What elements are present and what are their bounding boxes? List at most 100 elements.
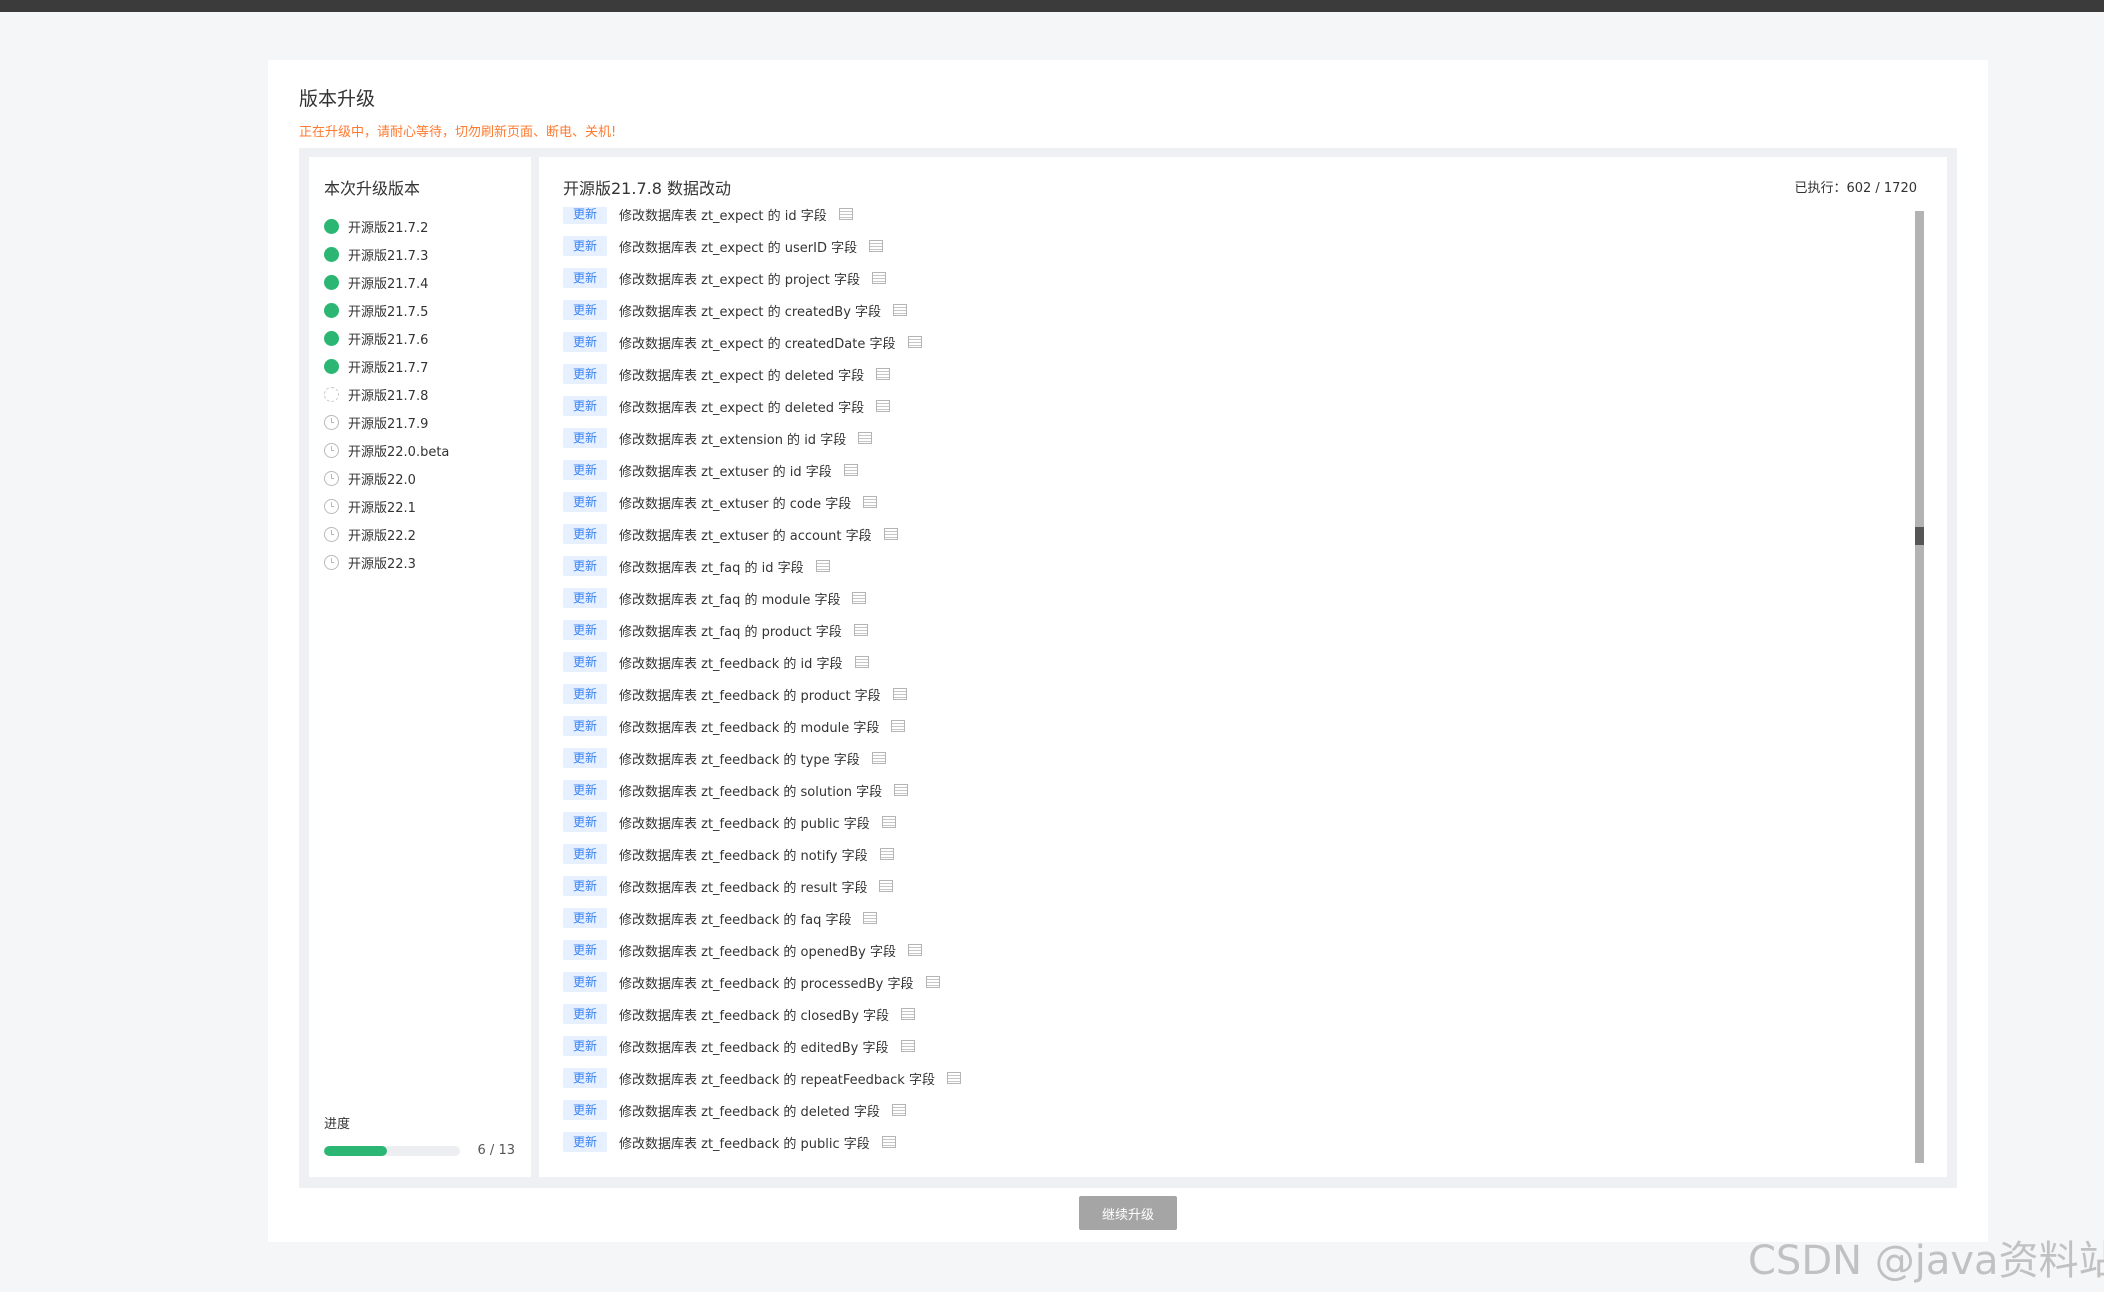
log-row: 更新 修改数据库表 zt_extuser 的 id 字段 [563, 454, 961, 486]
document-icon[interactable] [876, 368, 891, 380]
document-icon[interactable] [858, 432, 873, 444]
log-row-text: 修改数据库表 zt_feedback 的 public 字段 [619, 816, 870, 832]
version-item: 开源版22.2 [324, 520, 449, 548]
log-row-text: 修改数据库表 zt_feedback 的 type 字段 [619, 752, 860, 768]
document-icon[interactable] [879, 848, 894, 860]
document-icon[interactable] [892, 688, 907, 700]
update-tag: 更新 [563, 940, 607, 960]
log-row: 更新 修改数据库表 zt_expect 的 deleted 字段 [563, 358, 961, 390]
clock-icon [324, 526, 339, 542]
changes-log-list: 更新 修改数据库表 zt_expect 的 id 字段 更新 修改数据库表 zt_ex… [563, 207, 961, 1158]
document-icon[interactable] [853, 624, 868, 636]
document-icon[interactable] [946, 1072, 961, 1084]
version-item: 开源版22.0 [324, 464, 449, 492]
check-circle-icon [324, 246, 339, 262]
version-item: 开源版22.0.beta [324, 436, 449, 464]
version-label: 开源版21.7.3 [348, 248, 429, 264]
log-row: 更新 修改数据库表 zt_feedback 的 closedBy 字段 [563, 998, 961, 1030]
progress-count: 6 / 13 [477, 1143, 515, 1158]
document-icon[interactable] [863, 912, 878, 924]
update-tag: 更新 [563, 332, 607, 352]
log-row-text: 修改数据库表 zt_feedback 的 faq 字段 [619, 912, 852, 928]
loading-icon [324, 386, 339, 402]
continue-upgrade-button[interactable]: 继续升级 [1079, 1196, 1177, 1230]
document-icon[interactable] [863, 496, 878, 508]
log-row: 更新 修改数据库表 zt_feedback 的 notify 字段 [563, 838, 961, 870]
document-icon[interactable] [891, 720, 906, 732]
log-row: 更新 修改数据库表 zt_expect 的 id 字段 [563, 207, 961, 230]
document-icon[interactable] [925, 976, 940, 988]
log-row-text: 修改数据库表 zt_feedback 的 product 字段 [619, 688, 881, 704]
log-row: 更新 修改数据库表 zt_feedback 的 editedBy 字段 [563, 1030, 961, 1062]
log-row-text: 修改数据库表 zt_feedback 的 solution 字段 [619, 784, 883, 800]
log-row-text: 修改数据库表 zt_feedback 的 editedBy 字段 [619, 1040, 889, 1056]
update-tag: 更新 [563, 684, 607, 704]
log-row-text: 修改数据库表 zt_feedback 的 openedBy 字段 [619, 944, 896, 960]
log-row: 更新 修改数据库表 zt_faq 的 module 字段 [563, 582, 961, 614]
log-row-text: 修改数据库表 zt_feedback 的 id 字段 [619, 656, 843, 672]
watermark: CSDN @java资料站 [1748, 1238, 2104, 1284]
log-row-text: 修改数据库表 zt_expect 的 id 字段 [619, 208, 827, 224]
log-row: 更新 修改数据库表 zt_feedback 的 result 字段 [563, 870, 961, 902]
document-icon[interactable] [891, 1104, 906, 1116]
update-tag: 更新 [563, 428, 607, 448]
document-icon[interactable] [815, 560, 830, 572]
document-icon[interactable] [907, 944, 922, 956]
version-item: 开源版21.7.6 [324, 324, 449, 352]
version-sidebar-title: 本次升级版本 [324, 179, 421, 198]
document-icon[interactable] [894, 784, 909, 796]
browser-top-bar [0, 0, 2104, 12]
document-icon[interactable] [876, 400, 891, 412]
log-scrollbar-thumb[interactable] [1915, 527, 1924, 545]
update-tag: 更新 [563, 460, 607, 480]
document-icon[interactable] [901, 1008, 916, 1020]
log-row-text: 修改数据库表 zt_expect 的 project 字段 [619, 272, 861, 288]
log-row: 更新 修改数据库表 zt_extension 的 id 字段 [563, 422, 961, 454]
document-icon[interactable] [881, 816, 896, 828]
document-icon[interactable] [852, 592, 867, 604]
clock-icon [324, 414, 339, 430]
update-tag: 更新 [563, 236, 607, 256]
update-tag: 更新 [563, 364, 607, 384]
document-icon[interactable] [854, 656, 869, 668]
log-scrollbar[interactable] [1915, 211, 1924, 1163]
log-row-text: 修改数据库表 zt_expect 的 deleted 字段 [619, 368, 865, 384]
log-row-text: 修改数据库表 zt_feedback 的 module 字段 [619, 720, 880, 736]
clock-icon [324, 442, 339, 458]
log-row-text: 修改数据库表 zt_feedback 的 deleted 字段 [619, 1104, 880, 1120]
document-icon[interactable] [872, 272, 887, 284]
document-icon[interactable] [883, 528, 898, 540]
log-row: 更新 修改数据库表 zt_faq 的 id 字段 [563, 550, 961, 582]
log-row-text: 修改数据库表 zt_feedback 的 closedBy 字段 [619, 1008, 890, 1024]
version-item: 开源版22.1 [324, 492, 449, 520]
update-tag: 更新 [563, 1132, 607, 1152]
version-item: 开源版21.7.8 [324, 380, 449, 408]
check-circle-icon [324, 274, 339, 290]
document-icon[interactable] [871, 752, 886, 764]
check-circle-icon [324, 358, 339, 374]
log-row-text: 修改数据库表 zt_extension 的 id 字段 [619, 432, 847, 448]
document-icon[interactable] [900, 1040, 915, 1052]
log-row: 更新 修改数据库表 zt_feedback 的 repeatFeedback 字段 [563, 1062, 961, 1094]
upgrade-warning: 正在升级中，请耐心等待，切勿刷新页面、断电、关机! [299, 125, 617, 140]
version-label: 开源版21.7.4 [348, 276, 429, 292]
document-icon[interactable] [838, 208, 853, 220]
version-label: 开源版22.1 [348, 500, 416, 516]
changes-log[interactable]: 更新 修改数据库表 zt_expect 的 id 字段 更新 修改数据库表 zt_ex… [563, 207, 1908, 1175]
document-icon[interactable] [907, 336, 922, 348]
document-icon[interactable] [881, 1136, 896, 1148]
document-icon[interactable] [843, 464, 858, 476]
document-icon[interactable] [869, 240, 884, 252]
version-label: 开源版21.7.9 [348, 416, 429, 432]
update-tag: 更新 [563, 748, 607, 768]
version-item: 开源版21.7.9 [324, 408, 449, 436]
document-icon[interactable] [879, 880, 894, 892]
clock-icon [324, 554, 339, 570]
log-row: 更新 修改数据库表 zt_expect 的 createdDate 字段 [563, 326, 961, 358]
log-row-text: 修改数据库表 zt_feedback 的 processedBy 字段 [619, 976, 914, 992]
log-row-text: 修改数据库表 zt_feedback 的 repeatFeedback 字段 [619, 1072, 935, 1088]
version-list: 开源版21.7.2 开源版21.7.3 开源版21.7.4 开源版21.7.5 开源版2… [324, 212, 449, 576]
document-icon[interactable] [893, 304, 908, 316]
log-row-text: 修改数据库表 zt_feedback 的 public 字段 [619, 1136, 870, 1152]
log-row-text: 修改数据库表 zt_faq 的 id 字段 [619, 560, 804, 576]
